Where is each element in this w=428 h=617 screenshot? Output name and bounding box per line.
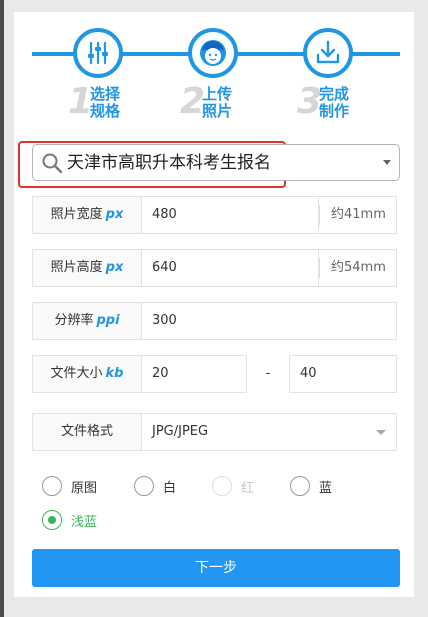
bg-option-original[interactable]: 原图 bbox=[42, 475, 97, 497]
sliders-icon bbox=[88, 41, 108, 65]
radio-circle bbox=[212, 476, 232, 496]
window-left-edge bbox=[0, 0, 4, 617]
spec-card: 1 选择规格 2 上传照片 3 完成制作 天津市高职升本科考生报名 照片宽度 px… bbox=[14, 12, 414, 597]
download-icon bbox=[316, 40, 340, 64]
resolution-row: 分辨率 ppi 300 bbox=[32, 302, 397, 340]
step-2-text: 上传照片 bbox=[202, 85, 233, 120]
format-select-value: JPG/JPEG bbox=[152, 424, 209, 439]
caret-down-icon bbox=[376, 430, 386, 435]
step-progress: 1 选择规格 2 上传照片 3 完成制作 bbox=[14, 12, 414, 142]
format-label: 文件格式 bbox=[32, 413, 142, 451]
radio-circle bbox=[290, 476, 310, 496]
height-input[interactable]: 640 bbox=[141, 249, 319, 287]
filesize-separator: - bbox=[265, 366, 271, 381]
radio-label: 白 bbox=[163, 480, 177, 496]
format-select[interactable]: JPG/JPEG bbox=[141, 413, 397, 451]
bg-option-blue[interactable]: 蓝 bbox=[290, 475, 332, 497]
search-icon bbox=[42, 153, 63, 174]
format-row: 文件格式 JPG/JPEG bbox=[32, 413, 397, 451]
spec-select[interactable]: 天津市高职升本科考生报名 bbox=[32, 144, 400, 181]
filesize-row: 文件大小 kb 20 - 40 bbox=[32, 355, 397, 393]
radio-circle-checked bbox=[42, 510, 62, 530]
bg-option-white[interactable]: 白 bbox=[134, 475, 176, 497]
step-1-text: 选择规格 bbox=[90, 85, 121, 120]
width-label: 照片宽度 px bbox=[32, 196, 142, 234]
height-row: 照片高度 px 640 约54mm bbox=[32, 249, 397, 287]
height-label: 照片高度 px bbox=[32, 249, 142, 287]
resolution-label: 分辨率 ppi bbox=[32, 302, 142, 340]
bg-option-red[interactable]: 红 bbox=[212, 475, 254, 497]
width-input[interactable]: 480 bbox=[141, 196, 319, 234]
spec-select-value: 天津市高职升本科考生报名 bbox=[67, 153, 271, 173]
radio-label: 红 bbox=[241, 480, 255, 496]
filesize-max-input[interactable]: 40 bbox=[289, 355, 397, 393]
bg-option-light-blue[interactable]: 浅蓝 bbox=[42, 509, 97, 531]
radio-circle bbox=[134, 476, 154, 496]
radio-label: 蓝 bbox=[319, 480, 333, 496]
step-3-text: 完成制作 bbox=[319, 85, 350, 120]
filesize-min-input[interactable]: 20 bbox=[141, 355, 247, 393]
width-hint: 约41mm bbox=[318, 196, 397, 234]
filesize-label: 文件大小 kb bbox=[32, 355, 142, 393]
radio-label: 浅蓝 bbox=[71, 514, 98, 530]
caret-down-icon bbox=[383, 160, 391, 165]
step-1-circle bbox=[73, 28, 123, 78]
height-hint: 约54mm bbox=[318, 249, 397, 287]
radio-circle bbox=[42, 476, 62, 496]
radio-label: 原图 bbox=[71, 480, 98, 496]
width-row: 照片宽度 px 480 约41mm bbox=[32, 196, 397, 234]
next-step-button[interactable]: 下一步 bbox=[32, 549, 400, 587]
step-2-circle bbox=[188, 28, 238, 78]
face-icon bbox=[200, 40, 226, 66]
step-3-circle bbox=[303, 28, 353, 78]
resolution-input[interactable]: 300 bbox=[141, 302, 397, 340]
